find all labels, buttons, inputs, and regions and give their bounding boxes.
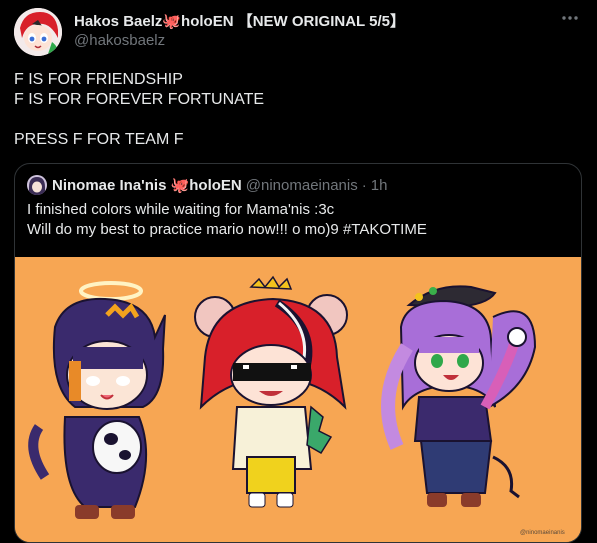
quoted-tweet-card[interactable]: Ninomae Ina'nis 🐙holoEN @ninomaeinanis ·… <box>14 163 582 543</box>
author-name[interactable]: Hakos Baelz🐙holoEN 【NEW ORIGINAL 5/5】 <box>74 10 405 31</box>
media-signature: @ninomaeinanis <box>520 530 565 536</box>
quoted-tweet-text: I finished colors while waiting for Mama… <box>27 201 427 238</box>
quoted-author-avatar <box>27 175 47 195</box>
tweet-text: F IS FOR FRIENDSHIP F IS FOR FOREVER FOR… <box>14 71 265 148</box>
author-handle[interactable]: @hakosbaelz <box>74 32 165 49</box>
quoted-tweet-header: Ninomae Ina'nis 🐙holoEN @ninomaeinanis ·… <box>52 176 388 195</box>
quoted-timestamp[interactable]: 1h <box>371 177 388 194</box>
quoted-author-name[interactable]: Ninomae Ina'nis 🐙holoEN <box>52 176 242 194</box>
chibi-illustration: @ninomaeinanis <box>15 257 581 542</box>
quoted-author-handle[interactable]: @ninomaeinanis <box>246 177 358 194</box>
author-avatar[interactable] <box>14 8 62 56</box>
ellipsis-icon <box>562 16 578 20</box>
quoted-tweet-image[interactable]: @ninomaeinanis <box>15 257 581 542</box>
meta-separator: · <box>361 176 367 194</box>
more-options-button[interactable] <box>558 6 582 30</box>
